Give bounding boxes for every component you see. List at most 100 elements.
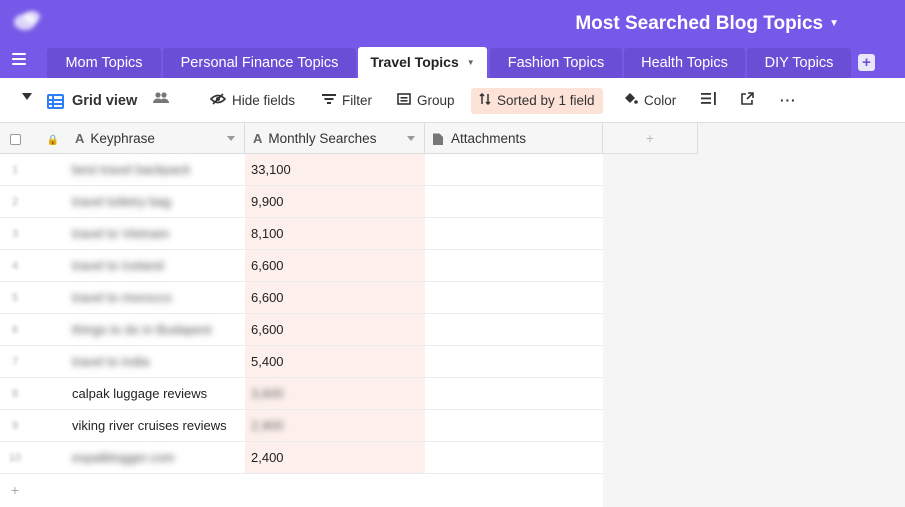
group-icon [397, 88, 411, 114]
row-number: 1 [11, 164, 19, 176]
monthly-searches-cell[interactable]: 6,600 [251, 250, 284, 282]
monthly-searches-cell[interactable]: 5,400 [251, 346, 284, 378]
add-table-icon[interactable]: + [858, 54, 875, 71]
keyphrase-header-label: Keyphrase [90, 131, 155, 146]
column-menu-caret-icon[interactable] [407, 136, 415, 141]
filter-icon [322, 88, 336, 114]
keyphrase-cell[interactable]: travel toiletry bag [72, 186, 171, 218]
tab-label: Fashion Topics [507, 55, 605, 71]
sort-button[interactable]: Sorted by 1 field [471, 88, 603, 114]
tab-label: Travel Topics [370, 54, 459, 70]
row-number: 10 [8, 452, 22, 464]
tab-personal-finance-topics[interactable]: Personal Finance Topics [163, 48, 356, 78]
view-menu-caret-icon[interactable] [22, 93, 32, 100]
tab-mom-topics[interactable]: Mom Topics [47, 48, 161, 78]
paint-bucket-icon [623, 88, 638, 114]
monthly-searches-column-header[interactable]: A Monthly Searches [245, 123, 425, 154]
monthly-searches-cell[interactable]: 33,100 [251, 154, 291, 186]
share-view-icon[interactable] [741, 88, 754, 114]
table-row[interactable]: 1 best travel backpack 33,100 [0, 154, 603, 186]
table-row[interactable]: 7 travel to india 5,400 [0, 346, 603, 378]
color-button[interactable]: Color [623, 88, 676, 114]
add-row-button[interactable]: + [0, 474, 603, 506]
row-number: 8 [11, 388, 19, 400]
select-all-checkbox[interactable] [10, 133, 21, 145]
monthly-searches-cell[interactable]: 3,600 [251, 378, 284, 410]
view-name: Grid view [72, 93, 138, 109]
view-toolbar: Grid view Hide fields Filter Group Sorte… [0, 78, 905, 123]
table-row[interactable]: 9 viking river cruises reviews 2,900 [0, 410, 603, 442]
monthly-searches-cell[interactable]: 9,900 [251, 186, 284, 218]
text-field-icon: A [74, 131, 85, 146]
color-label: Color [644, 93, 677, 108]
keyphrase-cell[interactable]: best travel backpack [72, 154, 191, 186]
hide-fields-button[interactable]: Hide fields [209, 88, 296, 114]
tab-label: DIY Topics [764, 55, 834, 71]
attachments-header-label: Attachments [451, 131, 527, 146]
base-title-text: Most Searched Blog Topics [575, 13, 824, 34]
app-logo-icon[interactable] [10, 8, 44, 36]
keyphrase-column-header[interactable]: 🔒 A Keyphrase [0, 123, 245, 154]
keyphrase-cell[interactable]: expatblogger.com [72, 442, 175, 474]
keyphrase-cell[interactable]: travel to Vietnam [72, 218, 169, 250]
tab-fashion-topics[interactable]: Fashion Topics [490, 48, 622, 78]
tab-label: Personal Finance Topics [180, 55, 339, 71]
tab-label: Health Topics [641, 55, 728, 71]
more-options-icon[interactable]: ··· [780, 88, 797, 114]
app-header: Most Searched Blog Topics ▼ Mom Topics Pe… [0, 0, 905, 79]
tab-label: Mom Topics [65, 55, 143, 71]
row-number: 5 [11, 292, 19, 304]
lock-icon: 🔒 [46, 135, 60, 146]
keyphrase-cell[interactable]: travel to morocco [72, 282, 172, 314]
table-row[interactable]: 4 travel to Iceland 6,600 [0, 250, 603, 282]
table-row[interactable]: 10 expatblogger.com 2,400 [0, 442, 603, 474]
add-field-button[interactable]: + [603, 123, 698, 154]
monthly-searches-cell[interactable]: 6,600 [251, 314, 284, 346]
keyphrase-cell[interactable]: things to do in Budapest [72, 314, 212, 346]
sort-label: Sorted by 1 field [497, 93, 595, 108]
tab-health-topics[interactable]: Health Topics [624, 48, 745, 78]
keyphrase-cell[interactable]: travel to Iceland [72, 250, 164, 282]
monthly-searches-cell[interactable]: 2,900 [251, 410, 284, 442]
eye-slash-icon [209, 88, 227, 114]
table-row[interactable]: 8 calpak luggage reviews 3,600 [0, 378, 603, 410]
row-number: 7 [11, 356, 19, 368]
base-title[interactable]: Most Searched Blog Topics ▼ [575, 13, 839, 35]
monthly-searches-cell[interactable]: 6,600 [251, 282, 284, 314]
table-row[interactable]: 3 travel to Vietnam 8,100 [0, 218, 603, 250]
table-row[interactable]: 6 things to do in Budapest 6,600 [0, 314, 603, 346]
monthly-searches-cell[interactable]: 8,100 [251, 218, 284, 250]
sort-arrows-icon [479, 88, 491, 114]
tab-diy-topics[interactable]: DIY Topics [747, 48, 851, 78]
row-number: 4 [11, 260, 19, 272]
tab-menu-caret-icon[interactable]: ▼ [467, 58, 475, 67]
filter-label: Filter [342, 93, 372, 108]
table-row[interactable]: 5 travel to morocco 6,600 [0, 282, 603, 314]
row-height-icon[interactable] [701, 88, 717, 114]
hide-fields-label: Hide fields [232, 93, 296, 108]
data-grid: 🔒 A Keyphrase A Monthly Searches Attachmen… [0, 123, 905, 507]
keyphrase-cell[interactable]: calpak luggage reviews [72, 378, 207, 410]
attachment-file-icon [433, 133, 443, 146]
grid-view-icon [47, 93, 64, 109]
base-title-caret-icon: ▼ [829, 18, 839, 29]
keyphrase-cell[interactable]: travel to india [72, 346, 149, 378]
view-switcher[interactable]: Grid view [47, 88, 137, 114]
row-number: 3 [11, 228, 19, 240]
table-row[interactable]: 2 travel toiletry bag 9,900 [0, 186, 603, 218]
keyphrase-cell[interactable]: viking river cruises reviews [72, 410, 227, 442]
filter-button[interactable]: Filter [322, 88, 372, 114]
group-button[interactable]: Group [397, 88, 455, 114]
column-menu-caret-icon[interactable] [227, 136, 235, 141]
hamburger-menu-icon[interactable] [12, 53, 28, 67]
add-row-icon: + [10, 482, 20, 498]
collaborators-icon[interactable] [152, 88, 170, 114]
monthly-searches-cell[interactable]: 2,400 [251, 442, 284, 474]
monthly-searches-header-label: Monthly Searches [268, 131, 377, 146]
attachments-column-header[interactable]: Attachments [425, 123, 603, 154]
group-label: Group [417, 93, 455, 108]
text-field-icon: A [253, 131, 263, 146]
row-number: 9 [11, 420, 19, 432]
tab-travel-topics[interactable]: Travel Topics ▼ [358, 47, 487, 79]
row-number: 2 [11, 196, 19, 208]
